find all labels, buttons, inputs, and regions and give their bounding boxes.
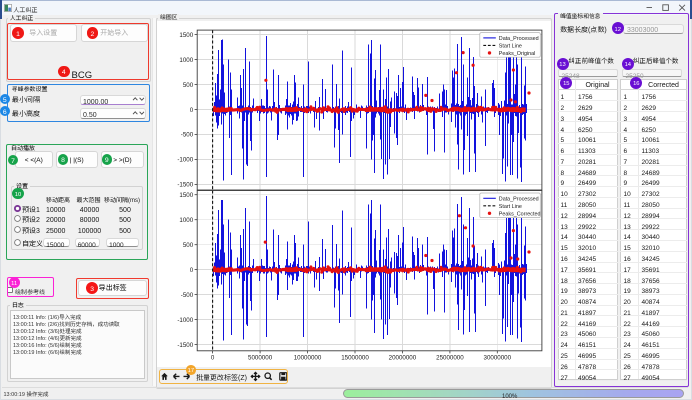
- svg-text:1500: 1500: [179, 32, 193, 39]
- svg-text:25000000: 25000000: [436, 354, 464, 361]
- svg-text:500: 500: [183, 82, 194, 89]
- svg-text:10000000: 10000000: [294, 354, 322, 361]
- svg-text:0: 0: [190, 107, 194, 114]
- svg-text:Start Line: Start Line: [499, 44, 522, 50]
- svg-text:15000000: 15000000: [341, 354, 369, 361]
- svg-text:-1000: -1000: [177, 157, 193, 164]
- svg-text:-1500: -1500: [177, 182, 193, 189]
- svg-text:Data_Processed: Data_Processed: [499, 196, 539, 202]
- svg-text:Peaks_Corrected: Peaks_Corrected: [499, 211, 541, 217]
- svg-text:Data_Processed: Data_Processed: [499, 36, 539, 42]
- svg-text:1000: 1000: [179, 57, 193, 64]
- svg-text:-500: -500: [181, 132, 194, 139]
- svg-text:30000000: 30000000: [484, 354, 512, 361]
- svg-text:0: 0: [190, 267, 194, 274]
- svg-text:1500: 1500: [179, 192, 193, 199]
- svg-text:-1000: -1000: [177, 317, 193, 324]
- svg-text:Peaks_Original: Peaks_Original: [499, 51, 536, 57]
- svg-text:Start Line: Start Line: [499, 204, 522, 210]
- svg-text:5000000: 5000000: [248, 354, 273, 361]
- svg-text:20000000: 20000000: [389, 354, 417, 361]
- svg-text:0: 0: [211, 354, 215, 361]
- svg-text:-500: -500: [181, 292, 194, 299]
- svg-text:500: 500: [183, 242, 194, 249]
- svg-text:1000: 1000: [179, 217, 193, 224]
- svg-text:-1500: -1500: [177, 342, 193, 349]
